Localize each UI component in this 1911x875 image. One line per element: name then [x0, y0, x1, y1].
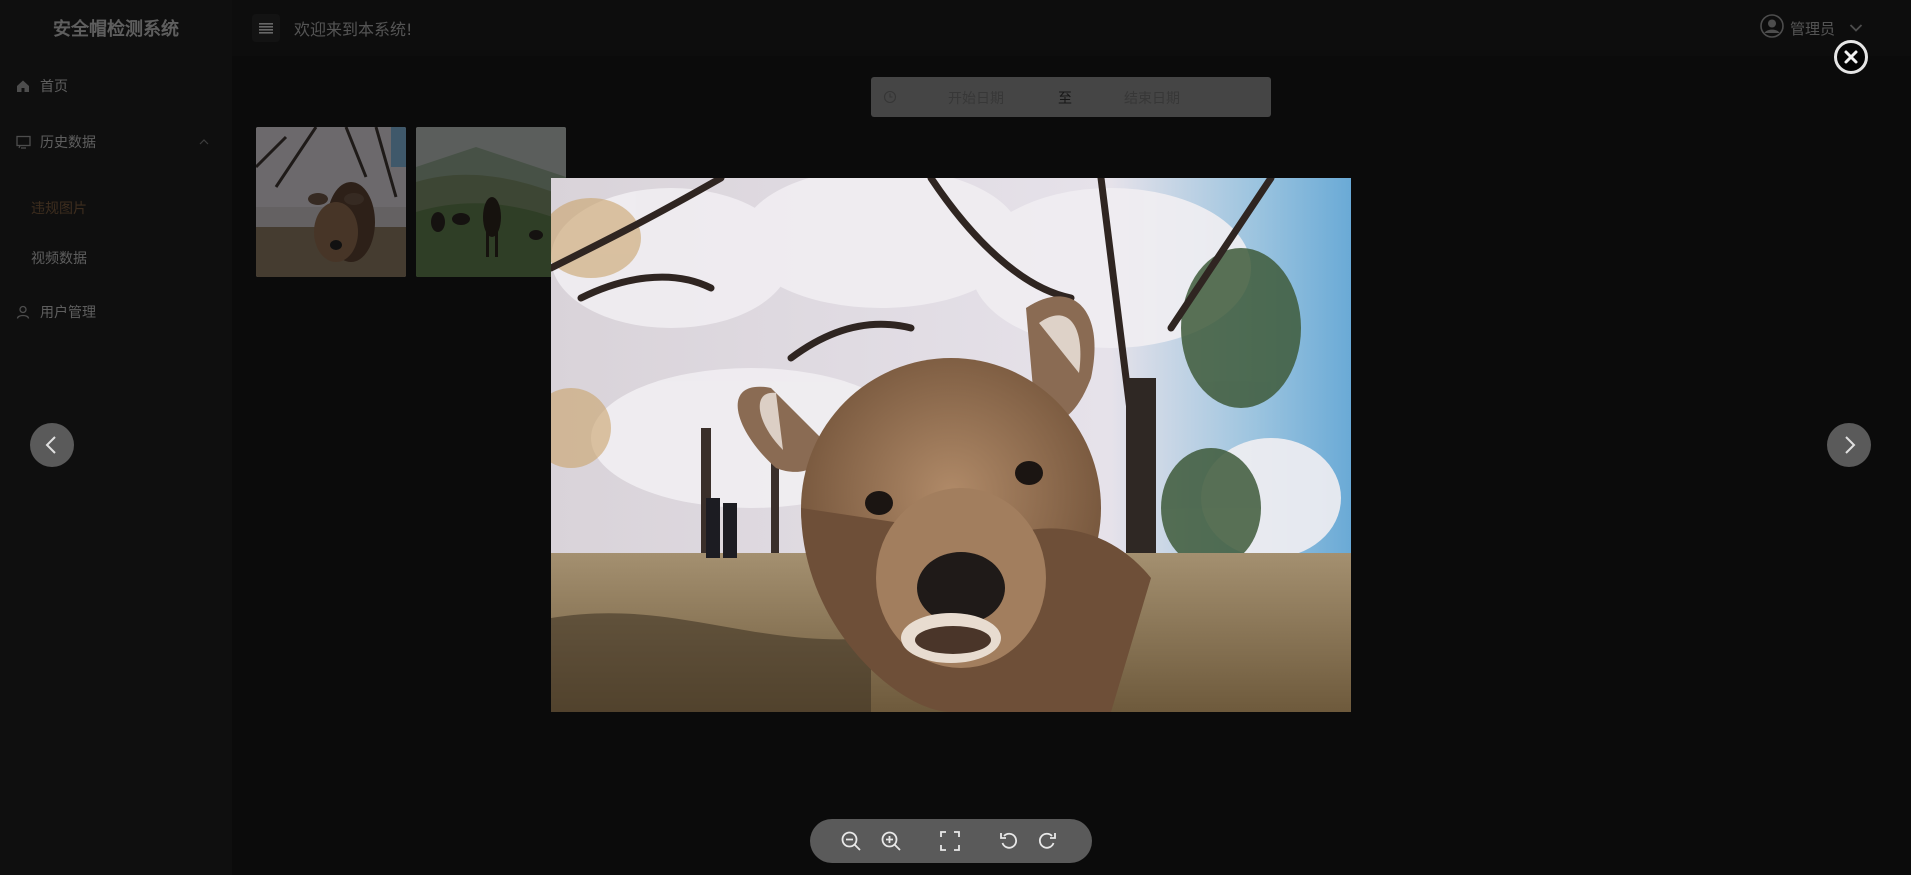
fullscreen-icon[interactable]	[939, 830, 961, 852]
app-root: 安全帽检测系统 首页 历史数据 违规图片 视频数据 用户管理	[0, 0, 1911, 875]
next-image-button[interactable]	[1827, 423, 1871, 467]
viewer-toolbar	[810, 819, 1092, 863]
previous-image-button[interactable]	[30, 423, 74, 467]
chevron-left-icon	[45, 436, 56, 454]
chevron-right-icon	[1845, 436, 1856, 454]
close-icon	[1844, 50, 1858, 64]
rotate-left-icon[interactable]	[998, 830, 1020, 852]
close-viewer-button[interactable]	[1834, 40, 1868, 74]
rotate-right-icon[interactable]	[1036, 830, 1058, 852]
zoom-out-icon[interactable]	[840, 830, 862, 852]
preview-image	[551, 178, 1351, 712]
zoom-in-icon[interactable]	[880, 830, 902, 852]
